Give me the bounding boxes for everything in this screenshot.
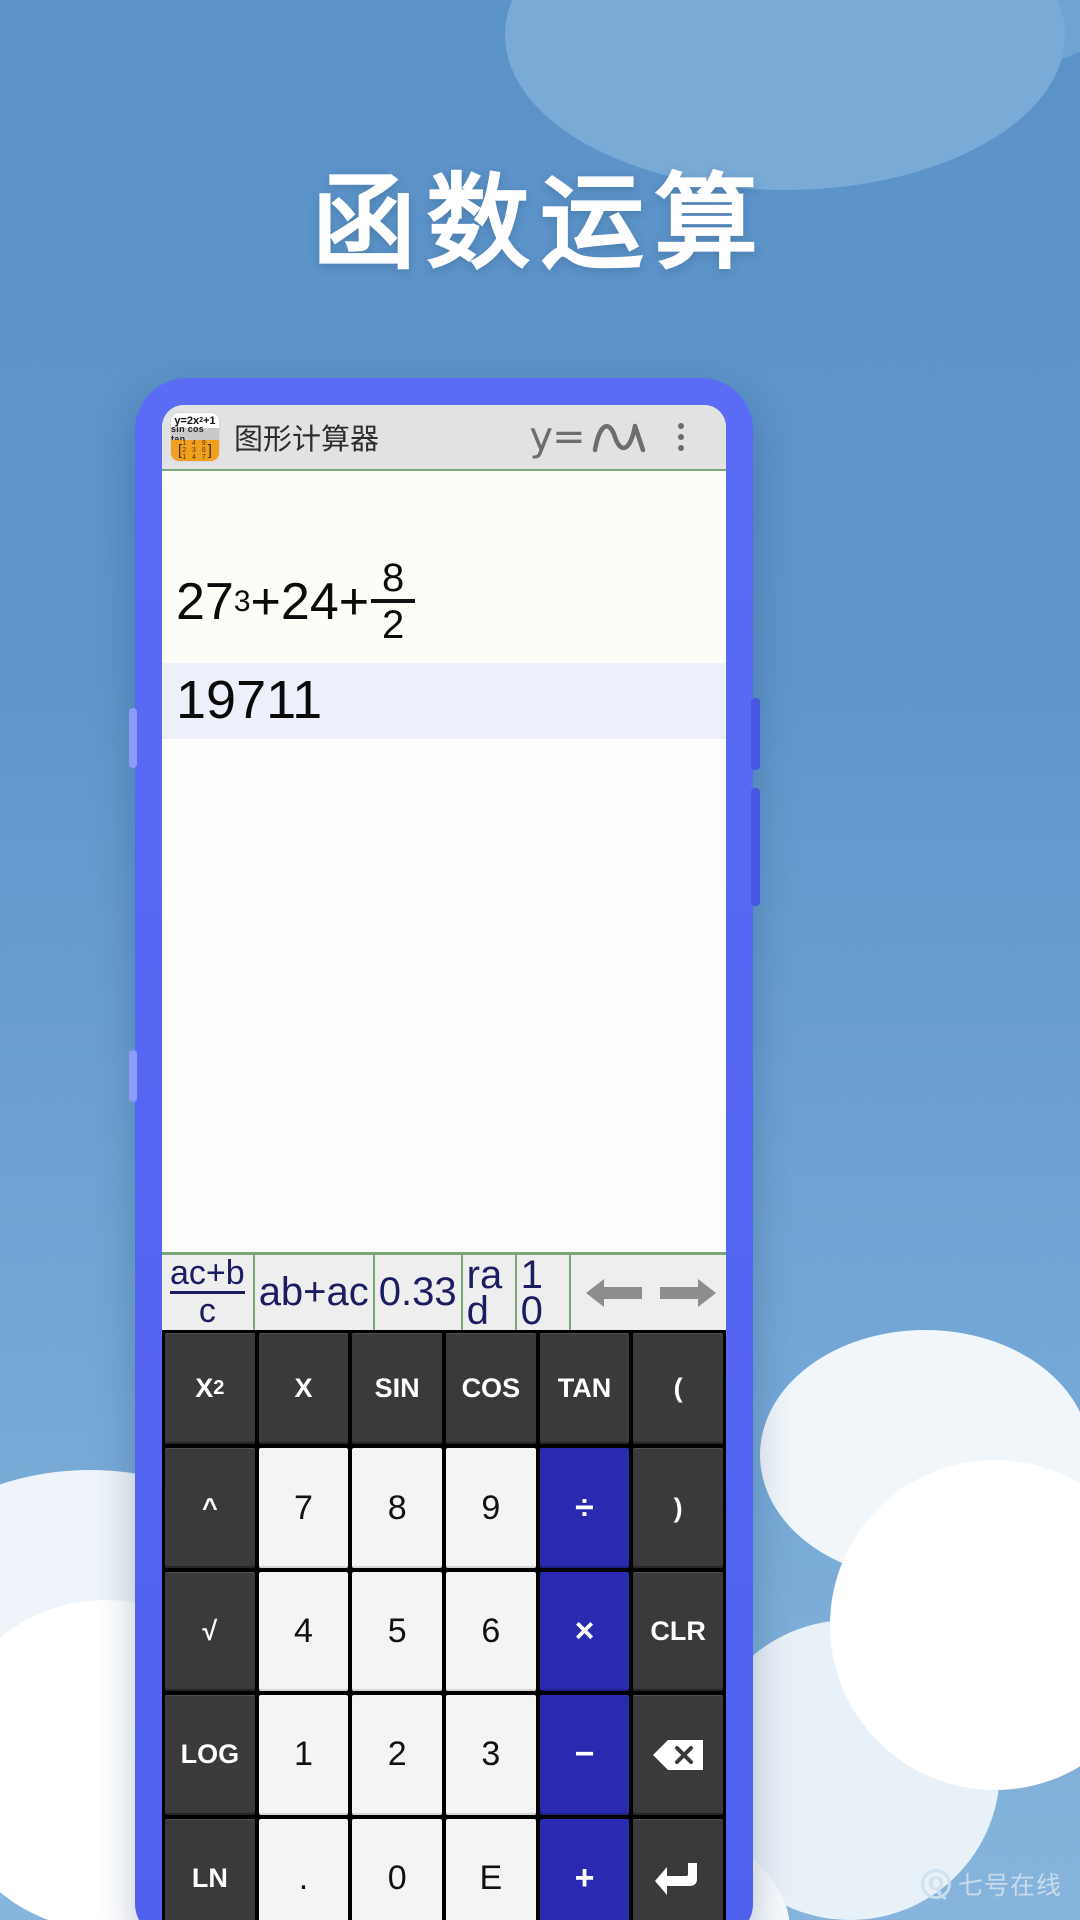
expression-middle: +24+ <box>250 573 370 631</box>
key-8[interactable]: 8 <box>352 1448 442 1568</box>
key-x-squared[interactable]: X2 <box>165 1333 255 1445</box>
matrix-values: 1 4 9 2 3 8 1 4 7 <box>182 440 208 461</box>
suggestion-item-fraction[interactable]: ac+b c <box>162 1255 255 1330</box>
key-7[interactable]: 7 <box>258 1448 349 1568</box>
suggestion-fraction-numerator: ac+b <box>170 1253 245 1292</box>
key-plus[interactable]: + <box>539 1818 630 1920</box>
key-left-paren[interactable]: ( <box>633 1333 723 1445</box>
key-cos[interactable]: COS <box>445 1333 536 1445</box>
watermark-text: 七号在线 <box>957 1871 1062 1900</box>
key-3[interactable]: 3 <box>445 1695 536 1815</box>
expression-fraction: 8 2 <box>371 556 416 647</box>
phone-mockup: y=2x2+1 sin cos tan [ 1 4 9 2 3 8 1 4 7 … <box>129 378 760 1920</box>
expression-container[interactable]: 27 3 +24+ 8 2 <box>162 471 726 645</box>
key-right-paren[interactable]: ) <box>633 1448 723 1568</box>
phone-side-button-lower <box>129 1050 137 1102</box>
phone-side-button-upper <box>129 708 137 768</box>
key-divide[interactable]: ÷ <box>539 1448 630 1568</box>
fraction-denominator: 2 <box>381 603 405 647</box>
key-log[interactable]: LOG <box>165 1695 255 1815</box>
key-backspace[interactable] <box>633 1695 723 1815</box>
app-icon-trig-text: sin cos tan <box>171 424 219 444</box>
page-headline: 函数运算 <box>311 162 768 284</box>
result-value: 19711 <box>162 663 726 739</box>
suggestion-item-ten[interactable]: 10 <box>517 1255 571 1330</box>
left-arrow-icon[interactable] <box>582 1270 648 1316</box>
wave-graph-icon[interactable] <box>588 406 650 468</box>
suggestion-item-ab-ac[interactable]: ab+ac <box>255 1255 375 1330</box>
overflow-menu-icon[interactable] <box>650 406 712 468</box>
key-decimal[interactable]: . <box>258 1818 349 1920</box>
suggestion-fraction-denominator: c <box>198 1292 216 1330</box>
overflow-dots <box>678 423 684 451</box>
key-0[interactable]: 0 <box>352 1818 442 1920</box>
key-x[interactable]: X <box>258 1333 349 1445</box>
enter-icon <box>655 1863 698 1896</box>
fraction-numerator: 8 <box>381 556 405 600</box>
key-tan[interactable]: TAN <box>539 1333 630 1445</box>
key-sin[interactable]: SIN <box>352 1333 442 1445</box>
key-9[interactable]: 9 <box>445 1448 536 1568</box>
expression-text: 27 3 +24+ 8 2 <box>176 556 726 647</box>
key-power[interactable]: ^ <box>165 1448 255 1568</box>
watermark-logo-icon: Q <box>920 1869 951 1899</box>
watermark: Q 七号在线 <box>920 1866 1062 1902</box>
key-sqrt[interactable]: √ <box>165 1571 255 1692</box>
matrix-right-bracket: ] <box>207 442 212 459</box>
app-icon: y=2x2+1 sin cos tan [ 1 4 9 2 3 8 1 4 7 … <box>170 412 220 462</box>
display-empty-area <box>162 739 726 1252</box>
key-2[interactable]: 2 <box>352 1695 442 1815</box>
key-multiply[interactable]: × <box>539 1571 630 1692</box>
key-4[interactable]: 4 <box>258 1571 349 1692</box>
key-ln[interactable]: LN <box>165 1818 255 1920</box>
key-minus[interactable]: − <box>539 1695 630 1815</box>
calculator-keypad: X2 X SIN COS TAN ( ^ 7 8 9 ÷ ) √ 4 5 6 ×… <box>162 1330 726 1920</box>
suggestion-list: ac+b c ab+ac 0.33 rad 10 <box>162 1255 576 1330</box>
key-6[interactable]: 6 <box>445 1571 536 1692</box>
key-enter[interactable] <box>633 1818 723 1920</box>
phone-screen: y=2x2+1 sin cos tan [ 1 4 9 2 3 8 1 4 7 … <box>162 405 726 1920</box>
expression-base: 27 <box>176 573 234 631</box>
app-title: 图形计算器 <box>234 422 380 456</box>
backspace-icon <box>653 1739 704 1770</box>
right-arrow-icon[interactable] <box>654 1270 720 1316</box>
app-icon-matrix: [ 1 4 9 2 3 8 1 4 7 ] <box>171 440 219 461</box>
app-toolbar: y=2x2+1 sin cos tan [ 1 4 9 2 3 8 1 4 7 … <box>162 405 726 471</box>
y-equals-icon[interactable]: y= <box>526 406 588 468</box>
key-1[interactable]: 1 <box>258 1695 349 1815</box>
suggestion-item-decimal[interactable]: 0.33 <box>375 1255 463 1330</box>
suggestion-bar: ac+b c ab+ac 0.33 rad 10 <box>162 1252 726 1330</box>
calculator-display: 27 3 +24+ 8 2 19711 <box>162 471 726 1252</box>
suggestion-navigation <box>576 1255 726 1330</box>
key-clear[interactable]: CLR <box>633 1571 723 1692</box>
suggestion-item-rad[interactable]: rad <box>463 1255 517 1330</box>
key-e[interactable]: E <box>445 1818 536 1920</box>
key-5[interactable]: 5 <box>352 1571 442 1692</box>
